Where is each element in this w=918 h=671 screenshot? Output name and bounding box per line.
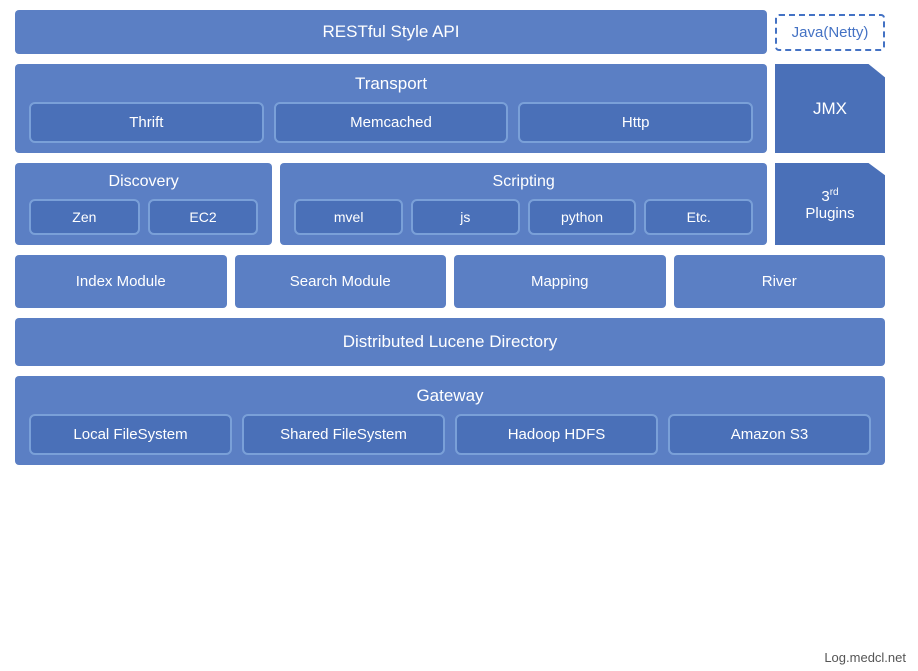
plugins-label: 3rd Plugins (805, 187, 854, 222)
scripting-python: python (528, 199, 637, 235)
gateway-section: Gateway Local FileSystem Shared FileSyst… (15, 376, 885, 465)
restful-api-label: RESTful Style API (323, 22, 460, 42)
discovery-title: Discovery (29, 173, 258, 191)
gateway-hadoop: Hadoop HDFS (455, 414, 658, 455)
transport-memcached: Memcached (274, 102, 509, 143)
scripting-mvel: mvel (294, 199, 403, 235)
plugins-ordinal: 3 (821, 188, 829, 205)
gateway-shared-fs: Shared FileSystem (242, 414, 445, 455)
scripting-js: js (411, 199, 520, 235)
transport-section: Transport Thrift Memcached Http (15, 64, 767, 153)
jmx-label: JMX (813, 99, 847, 119)
plugins-text: Plugins (805, 205, 854, 222)
java-netty-label: Java(Netty) (792, 24, 869, 41)
transport-items: Thrift Memcached Http (29, 102, 753, 143)
search-module-box: Search Module (235, 255, 447, 308)
transport-http: Http (518, 102, 753, 143)
gateway-items: Local FileSystem Shared FileSystem Hadoo… (29, 414, 871, 455)
river-box: River (674, 255, 886, 308)
plugins-box: 3rd Plugins (775, 163, 885, 245)
plugins-sup: rd (830, 187, 839, 198)
gateway-amazon-s3: Amazon S3 (668, 414, 871, 455)
gateway-title: Gateway (29, 386, 871, 406)
restful-api-bar: RESTful Style API (15, 10, 767, 54)
transport-thrift: Thrift (29, 102, 264, 143)
lucene-label: Distributed Lucene Directory (343, 332, 557, 352)
jmx-box: JMX (775, 64, 885, 153)
scripting-items: mvel js python Etc. (294, 199, 753, 235)
scripting-title: Scripting (294, 173, 753, 191)
lucene-bar: Distributed Lucene Directory (15, 318, 885, 366)
scripting-section: Scripting mvel js python Etc. (280, 163, 767, 245)
discovery-items: Zen EC2 (29, 199, 258, 235)
discovery-zen: Zen (29, 199, 140, 235)
java-netty-box: Java(Netty) (775, 14, 885, 51)
transport-title: Transport (29, 74, 753, 94)
gateway-local-fs: Local FileSystem (29, 414, 232, 455)
discovery-ec2: EC2 (148, 199, 259, 235)
discovery-section: Discovery Zen EC2 (15, 163, 272, 245)
mapping-box: Mapping (454, 255, 666, 308)
index-module-box: Index Module (15, 255, 227, 308)
scripting-etc: Etc. (644, 199, 753, 235)
watermark: Log.medcl.net (824, 650, 906, 665)
